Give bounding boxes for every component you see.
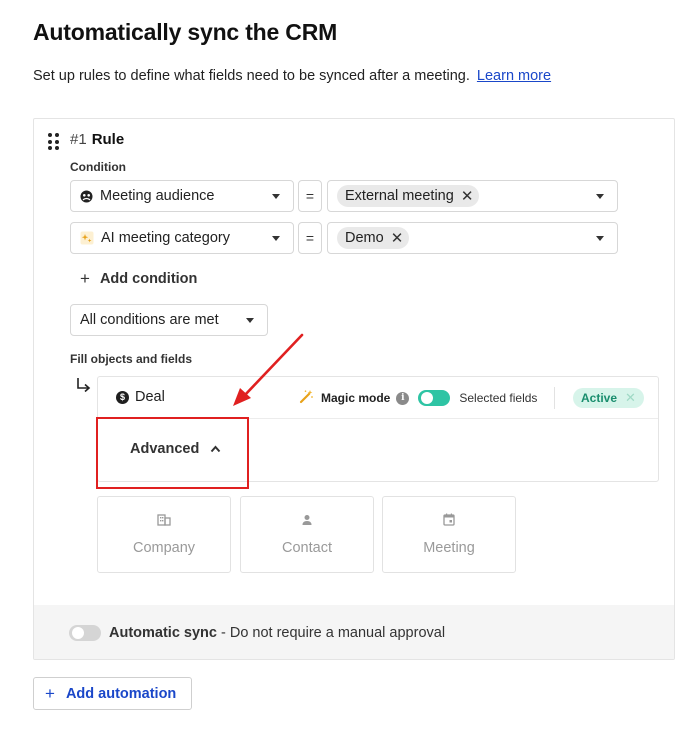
chevron-down-icon: [596, 194, 604, 199]
add-automation-label: Add automation: [65, 685, 177, 702]
object-tile-contact[interactable]: Contact: [240, 496, 374, 573]
chip-label: Demo: [345, 230, 384, 246]
condition-field-select-1[interactable]: Meeting audience: [70, 180, 294, 212]
rule-name: Rule: [91, 131, 125, 148]
ai-sparkle-icon: [80, 231, 94, 245]
close-icon[interactable]: ✕: [391, 231, 404, 246]
deal-title-label: Deal: [135, 389, 165, 405]
close-icon[interactable]: ✕: [461, 189, 474, 204]
object-tile-label: Meeting: [423, 540, 475, 556]
add-condition-label: Add condition: [99, 271, 198, 287]
rule-card: #1 Rule Condition Meeting audience = Exte…: [33, 118, 675, 660]
condition-field-label: AI meeting category: [101, 230, 230, 246]
status-badge-label: Active: [581, 391, 618, 405]
calendar-icon: [443, 513, 455, 531]
add-condition-button[interactable]: + Add condition: [80, 269, 197, 289]
value-chip: External meeting ✕: [337, 185, 480, 207]
info-icon[interactable]: i: [396, 391, 410, 405]
close-icon[interactable]: ✕: [625, 390, 636, 406]
object-tile-company[interactable]: Company: [97, 496, 231, 573]
chevron-down-icon: [596, 236, 604, 241]
audience-icon: [80, 190, 93, 203]
match-mode-label: All conditions are met: [80, 312, 219, 328]
condition-value-select-2[interactable]: Demo ✕: [327, 222, 618, 254]
magic-wand-icon: [299, 389, 314, 407]
plus-icon: +: [45, 683, 55, 703]
subtitle-text: Set up rules to define what fields need …: [33, 68, 470, 84]
condition-value-select-1[interactable]: External meeting ✕: [327, 180, 618, 212]
status-badge: Active ✕: [573, 388, 644, 408]
page-subtitle: Set up rules to define what fields need …: [33, 68, 551, 84]
condition-field-label: Meeting audience: [100, 188, 215, 204]
add-automation-button[interactable]: + Add automation: [33, 677, 192, 710]
plus-icon: +: [80, 269, 90, 288]
magic-mode-toggle[interactable]: [418, 390, 451, 406]
deal-title: $ Deal: [116, 389, 165, 405]
magic-mode-label: Magic mode: [321, 391, 391, 405]
person-icon: [301, 513, 313, 531]
automatic-sync-description: - Do not require a manual approval: [220, 625, 446, 641]
annotation-highlight-box: [96, 417, 249, 489]
operator-box-1[interactable]: =: [298, 180, 322, 212]
object-tile-label: Contact: [282, 540, 332, 556]
learn-more-link[interactable]: Learn more: [477, 68, 551, 84]
rule-title: #1 Rule: [70, 131, 124, 148]
object-tile-label: Company: [132, 540, 196, 556]
condition-label: Condition: [70, 160, 126, 174]
deal-header: $ Deal Magic mode i Selected fields Acti…: [98, 377, 658, 419]
magic-mode-group: Magic mode i Selected fields: [299, 389, 537, 407]
operator-box-2[interactable]: =: [298, 222, 322, 254]
drag-handle-icon[interactable]: [48, 133, 60, 151]
chip-label: External meeting: [345, 188, 454, 204]
automatic-sync-bar: Automatic sync - Do not require a manual…: [34, 605, 674, 659]
chevron-down-icon: [272, 236, 280, 241]
object-tile-meeting[interactable]: Meeting: [382, 496, 516, 573]
selected-fields-label: Selected fields: [459, 391, 538, 405]
page-title: Automatically sync the CRM: [33, 19, 338, 45]
building-icon: [157, 513, 171, 531]
rule-number: #1: [70, 131, 87, 148]
value-chip: Demo ✕: [337, 227, 410, 249]
chevron-down-icon: [272, 194, 280, 199]
automatic-sync-title: Automatic sync: [109, 625, 217, 641]
dollar-icon: $: [116, 390, 129, 404]
automatic-sync-toggle[interactable]: [69, 625, 101, 641]
chevron-down-icon: [246, 318, 254, 323]
match-mode-select[interactable]: All conditions are met: [70, 304, 268, 336]
condition-field-select-2[interactable]: AI meeting category: [70, 222, 294, 254]
fill-objects-label: Fill objects and fields: [70, 352, 193, 366]
corner-arrow-icon: [77, 378, 91, 393]
header-divider: [554, 387, 555, 409]
